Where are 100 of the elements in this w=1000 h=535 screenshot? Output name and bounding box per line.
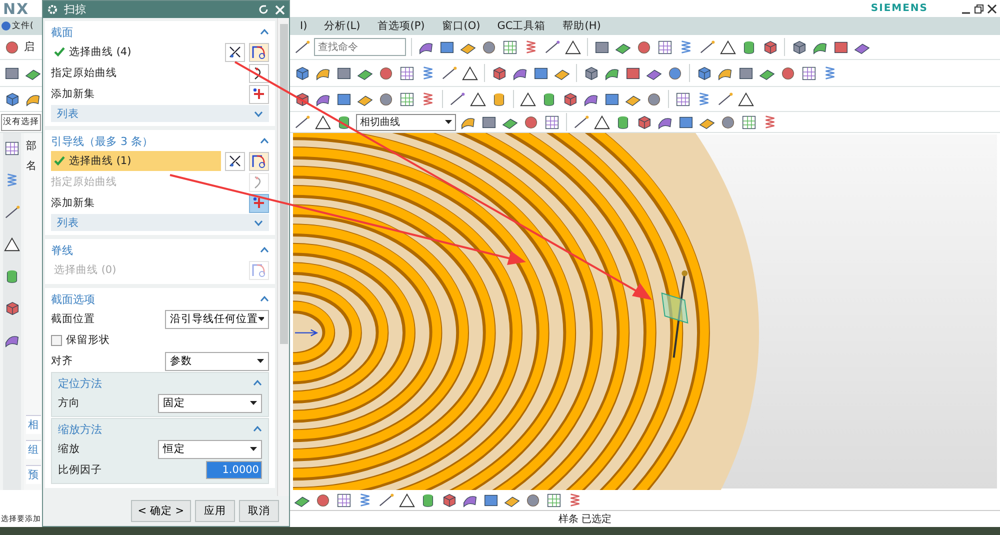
- list-header[interactable]: 列表: [51, 105, 269, 122]
- curve-select-icon: [251, 262, 267, 278]
- dialog-button[interactable]: 取消: [239, 500, 279, 522]
- checkbox-label: 保留形状: [66, 333, 110, 347]
- menu-item[interactable]: GC工具箱: [490, 19, 553, 33]
- field-label: 添加新集: [51, 87, 96, 101]
- line-icon[interactable]: [572, 113, 590, 131]
- field-label: 指定原始曲线: [51, 66, 118, 80]
- caret-icon[interactable]: [260, 138, 269, 144]
- selection-filter[interactable]: 没有选择: [1, 114, 41, 130]
- reset-icon[interactable]: [258, 4, 269, 15]
- plus-icon: [252, 196, 266, 210]
- grid-icon[interactable]: [3, 139, 21, 157]
- number-field[interactable]: 1.0000: [206, 461, 262, 479]
- menu-item[interactable]: 帮助(H): [556, 19, 608, 33]
- panel-tab[interactable]: 相: [26, 415, 41, 434]
- grid-icon[interactable]: [543, 113, 561, 131]
- dropdown[interactable]: 恒定: [158, 440, 262, 458]
- grid-icon[interactable]: [398, 64, 416, 82]
- scrollbar[interactable]: [277, 18, 289, 496]
- line-icon[interactable]: [698, 38, 716, 56]
- dropdown-arrow-icon: [257, 359, 264, 363]
- plus-icon: [252, 87, 266, 101]
- panel-tab[interactable]: 预: [26, 465, 41, 484]
- field-label: 截面位置: [51, 312, 96, 326]
- triangle-icon[interactable]: [398, 491, 416, 509]
- caret-icon[interactable]: [253, 426, 262, 432]
- grid-icon[interactable]: [674, 90, 692, 108]
- settings-icon[interactable]: [47, 4, 58, 15]
- select-curve-button[interactable]: [249, 42, 269, 62]
- menu-item[interactable]: 首选项(P): [370, 19, 432, 33]
- toolbar-label[interactable]: 启: [24, 40, 35, 54]
- group-title: 定位方法: [58, 376, 102, 390]
- line-icon[interactable]: [293, 38, 311, 56]
- line-icon[interactable]: [543, 38, 561, 56]
- restore-icon[interactable]: [974, 4, 984, 14]
- chevron-icon[interactable]: [254, 220, 263, 226]
- caret-icon[interactable]: [260, 29, 269, 35]
- selection-row[interactable]: 选择曲线 (1): [51, 151, 221, 171]
- triangle-icon[interactable]: [519, 90, 537, 108]
- triangle-icon[interactable]: [593, 113, 611, 131]
- checkbox[interactable]: [51, 334, 62, 346]
- dropdown[interactable]: 固定: [158, 394, 262, 412]
- curve-select-icon: [251, 153, 267, 169]
- curve-rule-button[interactable]: [225, 42, 245, 62]
- triangle-icon[interactable]: [737, 90, 755, 108]
- grid-icon[interactable]: [501, 38, 519, 56]
- select-curve-button[interactable]: [249, 152, 269, 170]
- triangle-icon[interactable]: [3, 235, 21, 253]
- caret-icon[interactable]: [260, 247, 269, 253]
- line-icon[interactable]: [716, 90, 734, 108]
- triangle-icon[interactable]: [564, 38, 582, 56]
- triangle-icon[interactable]: [719, 38, 737, 56]
- graphics-viewport[interactable]: [293, 133, 997, 490]
- triangle-icon[interactable]: [469, 90, 487, 108]
- dropdown[interactable]: 沿引导线任何位置: [165, 310, 269, 328]
- line-icon[interactable]: [293, 113, 311, 131]
- line-icon[interactable]: [440, 64, 458, 82]
- globe-icon[interactable]: [1, 21, 11, 31]
- menu-item[interactable]: 分析(L): [317, 19, 368, 33]
- section-title: 截面选项: [51, 292, 95, 306]
- curve-rule-dropdown[interactable]: 相切曲线: [356, 114, 456, 130]
- grid-icon[interactable]: [398, 90, 416, 108]
- list-header[interactable]: 列表: [51, 214, 269, 231]
- status-message: 样条 已选定: [558, 512, 612, 526]
- curve-select-icon: [251, 44, 267, 60]
- dropdown-arrow-icon: [258, 317, 264, 321]
- field-label: 比例因子: [58, 463, 103, 477]
- triangle-icon[interactable]: [314, 113, 332, 131]
- app-logo: NX: [3, 0, 30, 17]
- dialog-title: 扫掠: [64, 2, 86, 17]
- grid-icon[interactable]: [335, 491, 353, 509]
- caret-icon[interactable]: [260, 296, 269, 302]
- grid-icon[interactable]: [800, 64, 818, 82]
- dropdown[interactable]: 参数: [165, 352, 269, 370]
- line-icon[interactable]: [448, 90, 466, 108]
- search-field[interactable]: 查找命令: [314, 38, 406, 56]
- chevron-icon[interactable]: [254, 110, 263, 116]
- menu-item[interactable]: I): [293, 20, 314, 32]
- line-icon[interactable]: [3, 203, 21, 221]
- dialog-button[interactable]: 应用: [195, 500, 235, 522]
- selection-row[interactable]: 选择曲线 (4): [51, 42, 221, 62]
- grid-icon[interactable]: [656, 38, 674, 56]
- crossed-lines-icon: [228, 154, 242, 168]
- dropdown-arrow-icon: [250, 447, 257, 451]
- panel-tab[interactable]: 组: [26, 440, 41, 459]
- grid-icon[interactable]: [740, 113, 758, 131]
- menu-item[interactable]: 窗口(O): [434, 19, 488, 33]
- close-icon[interactable]: [987, 4, 997, 14]
- line-icon[interactable]: [377, 491, 395, 509]
- dialog-button[interactable]: < 确定 >: [130, 500, 191, 522]
- brand-logo: SIEMENS: [870, 3, 928, 14]
- axis-triad-icon: [294, 329, 318, 336]
- curve-rule-button[interactable]: [225, 152, 245, 170]
- dropdown-arrow-icon: [445, 120, 452, 124]
- add-set-button[interactable]: [249, 84, 269, 104]
- grid-icon[interactable]: [545, 491, 563, 509]
- selection-label: 选择曲线 (4): [69, 45, 132, 59]
- caret-icon[interactable]: [253, 380, 262, 386]
- triangle-icon[interactable]: [461, 64, 479, 82]
